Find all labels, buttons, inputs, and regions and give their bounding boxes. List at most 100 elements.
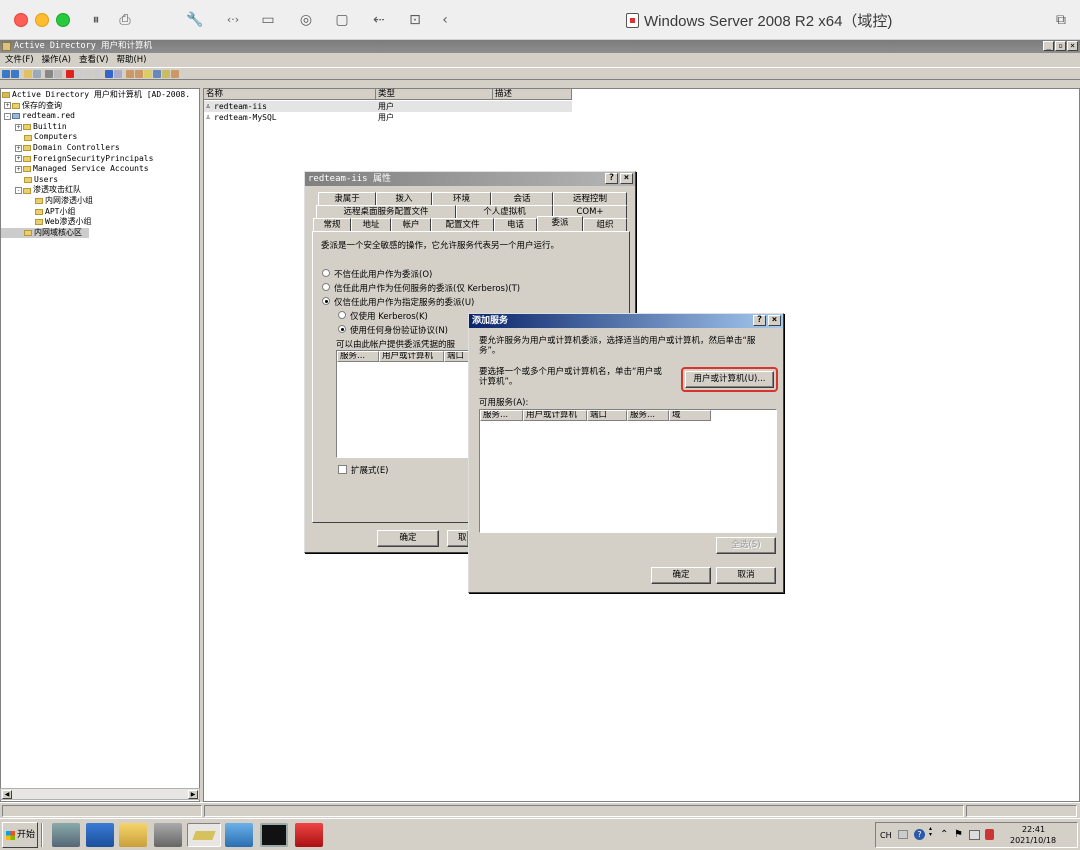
powershell-icon[interactable] [86, 823, 114, 847]
find-icon[interactable] [162, 69, 170, 78]
column-header-user-computer[interactable]: 用户或计算机 [523, 410, 587, 421]
network-icon[interactable] [225, 823, 253, 847]
tab-telephones[interactable]: 电话 [494, 218, 537, 231]
radio-kerberos-only[interactable] [338, 311, 346, 319]
add-to-group-icon[interactable] [171, 69, 179, 78]
view-icon[interactable] [114, 69, 122, 78]
cut-icon[interactable] [45, 69, 53, 78]
expand-icon[interactable]: + [15, 165, 22, 173]
wrench-icon[interactable]: 🔧 [186, 11, 204, 29]
ok-button[interactable]: 确定 [651, 567, 711, 584]
expand-icon[interactable]: + [4, 102, 11, 110]
help-button[interactable]: ? [753, 315, 766, 326]
server-manager-icon[interactable] [52, 823, 80, 847]
expand-tray-icon[interactable]: ⌃ [940, 829, 948, 840]
column-header-service-name[interactable]: 服务... [627, 410, 669, 421]
action-center-icon[interactable]: ⚑ [954, 829, 963, 840]
tab-address[interactable]: 地址 [351, 218, 391, 231]
tree-item-apt-team[interactable]: APT小组 [1, 207, 199, 218]
radio-any-protocol[interactable] [338, 325, 346, 333]
usb-icon[interactable]: ⇠ [370, 11, 388, 29]
app-minimize-button[interactable]: _ [1043, 41, 1054, 51]
radio-trust-specified-services[interactable] [322, 297, 330, 305]
zoom-window-button[interactable] [56, 13, 70, 27]
clock-time[interactable]: 22:41 [1022, 825, 1045, 834]
cancel-button[interactable]: 取 [447, 530, 469, 547]
tree-item-users[interactable]: Users [1, 175, 199, 186]
snapshot-icon[interactable]: ⎙ [116, 11, 134, 29]
drive-icon[interactable]: ▭ [259, 11, 277, 29]
tree-item-web-team[interactable]: Web渗透小组 [1, 217, 199, 228]
app-close-button[interactable]: × [1067, 41, 1078, 51]
explorer-icon[interactable] [119, 823, 147, 847]
show-tree-icon[interactable] [33, 69, 41, 78]
tree-item-core-zone[interactable]: 内网域核心区 [1, 227, 89, 239]
copy-doc-icon[interactable] [54, 69, 62, 78]
cancel-button[interactable]: 取消 [716, 567, 776, 584]
select-all-button[interactable]: 全选(S) [716, 537, 776, 554]
menu-view[interactable]: 查看(V) [79, 53, 108, 67]
tree-root[interactable]: Active Directory 用户和计算机 [AD-2008. [1, 90, 199, 101]
available-services-list[interactable]: 服务... 用户或计算机 端口 服务... 域 [479, 409, 777, 533]
back-icon[interactable]: ‹ [436, 11, 454, 29]
expand-icon[interactable]: + [15, 155, 22, 163]
close-button[interactable]: × [620, 173, 633, 184]
tab-remote-control[interactable]: 远程控制 [553, 192, 627, 205]
minimize-window-button[interactable] [35, 13, 49, 27]
services-list[interactable]: 服务... 用户或计算机 端口 [336, 350, 477, 458]
tree-item-domain-controllers[interactable]: + Domain Controllers [1, 143, 199, 154]
radio-trust-any-service[interactable] [322, 283, 330, 291]
tab-general[interactable]: 常规 [313, 218, 351, 231]
column-header-service[interactable]: 服务... [480, 410, 523, 421]
video-icon[interactable]: ▢ [333, 11, 351, 29]
tree-item-intranet-team[interactable]: 内网渗透小组 [1, 196, 199, 207]
network-tray-icon[interactable] [969, 830, 980, 840]
tab-rds-profile[interactable]: 远程桌面服务配置文件 [316, 205, 456, 218]
tab-member-of[interactable]: 隶属于 [318, 192, 376, 205]
tree-item-redteam-ou[interactable]: - 渗透攻击红队 [1, 185, 199, 196]
camera-icon[interactable]: ◎ [297, 11, 315, 29]
server-tools-icon[interactable] [154, 823, 182, 847]
menu-help[interactable]: 帮助(H) [116, 53, 146, 67]
users-or-computers-button[interactable]: 用户或计算机(U)... [685, 371, 774, 388]
tab-profile[interactable]: 配置文件 [431, 218, 494, 231]
column-header-description[interactable]: 描述 [493, 89, 572, 100]
up-folder-icon[interactable] [24, 69, 32, 78]
tab-sessions[interactable]: 会话 [491, 192, 553, 205]
column-header-user-computer[interactable]: 用户或计算机 [379, 351, 444, 362]
tree-scrollbar[interactable]: ◀ ▶ [0, 788, 200, 800]
table-row[interactable]: ♙ redteam-iis 用户 [204, 101, 572, 112]
tab-account[interactable]: 帐户 [391, 218, 431, 231]
ad-users-taskbar-icon[interactable] [187, 823, 221, 847]
refresh-icon[interactable] [84, 69, 92, 78]
radio-no-delegation[interactable] [322, 269, 330, 277]
back-arrow-icon[interactable] [2, 69, 10, 78]
help-icon[interactable] [105, 69, 113, 78]
scroll-left-icon[interactable]: ◀ [2, 790, 12, 799]
start-button[interactable]: 开始 [2, 822, 38, 848]
scroll-right-icon[interactable]: ▶ [188, 790, 198, 799]
column-header-type[interactable]: 类型 [376, 89, 493, 100]
tree-item-builtin[interactable]: + Builtin [1, 122, 199, 133]
tab-environment[interactable]: 环境 [432, 192, 491, 205]
tree-item-foreign-principals[interactable]: + ForeignSecurityPrincipals [1, 154, 199, 165]
expanded-checkbox[interactable] [338, 465, 347, 474]
column-header-domain[interactable]: 域 [669, 410, 711, 421]
clock-date[interactable]: 2021/10/18 [1010, 836, 1056, 845]
new-group-icon[interactable] [135, 69, 143, 78]
copy-icon[interactable]: ⧉ [1052, 11, 1070, 29]
filter-icon[interactable] [153, 69, 161, 78]
close-window-button[interactable] [14, 13, 28, 27]
app-restore-button[interactable]: ▫ [1055, 41, 1066, 51]
ok-button[interactable]: 确定 [377, 530, 439, 547]
tray-options-icon[interactable]: ▴ ▾ [929, 826, 932, 838]
close-button[interactable]: × [768, 315, 781, 326]
shared-folder-icon[interactable]: ⊡ [406, 11, 424, 29]
column-header-name[interactable]: 名称 [204, 89, 376, 100]
cmd-icon[interactable] [260, 823, 288, 847]
new-ou-icon[interactable] [144, 69, 152, 78]
tree-item-computers[interactable]: Computers [1, 132, 199, 143]
tree-item-saved-queries[interactable]: + 保存的查询 [1, 101, 199, 112]
tree-item-managed-service-accounts[interactable]: + Managed Service Accounts [1, 164, 199, 175]
tab-dial-in[interactable]: 拨入 [376, 192, 432, 205]
